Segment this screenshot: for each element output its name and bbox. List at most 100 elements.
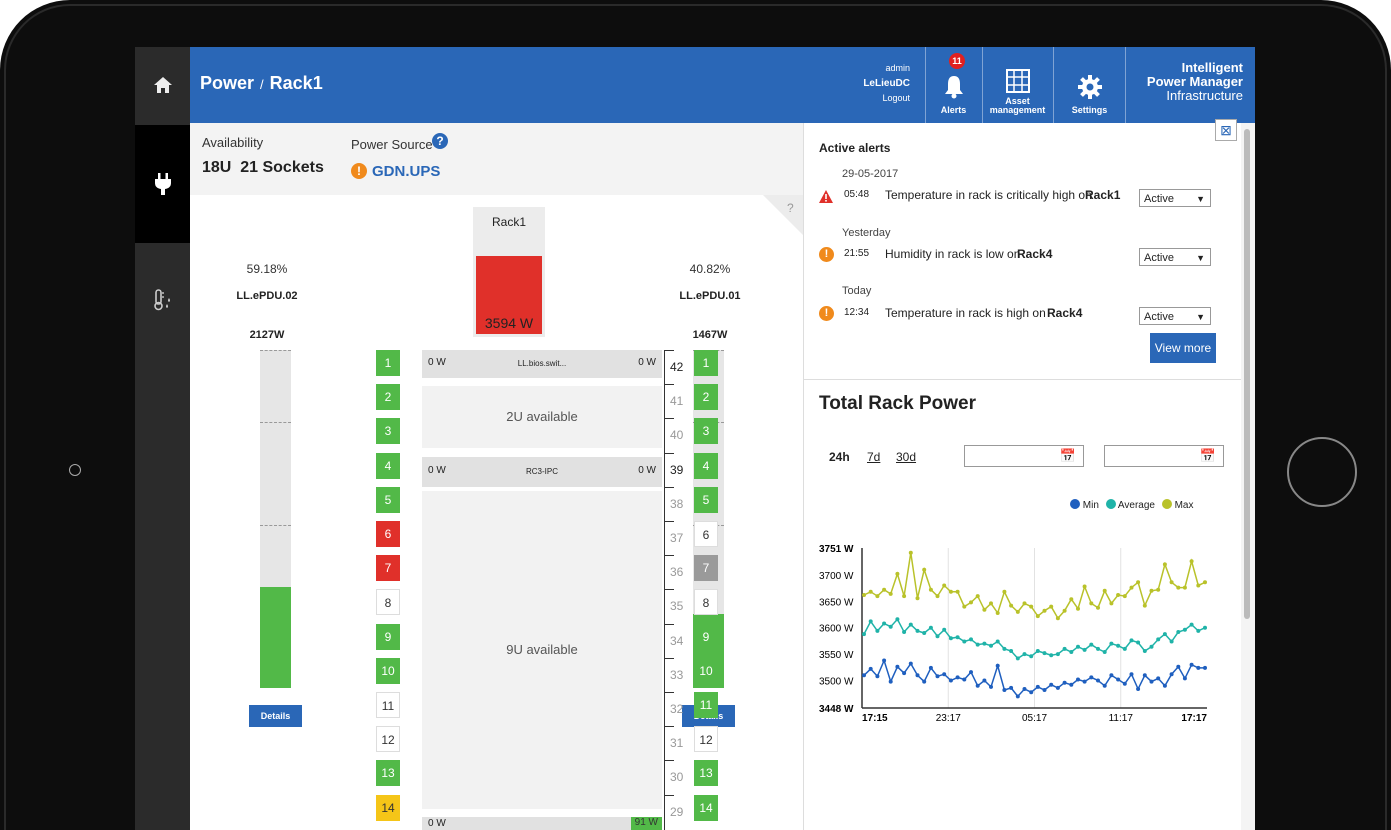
data-point-max[interactable] [1029, 604, 1034, 609]
data-point-average[interactable] [989, 643, 993, 648]
data-point-min[interactable] [902, 671, 907, 676]
data-point-min[interactable] [1176, 664, 1181, 669]
data-point-min[interactable] [1042, 688, 1047, 692]
logout-link[interactable]: Logout [830, 91, 910, 106]
socket-8[interactable]: 8 [376, 589, 400, 616]
data-point-average[interactable] [1035, 649, 1040, 653]
socket-3[interactable]: 3 [694, 418, 718, 445]
data-point-min[interactable] [862, 673, 866, 678]
data-point-average[interactable] [868, 619, 873, 624]
data-point-max[interactable] [1109, 601, 1114, 606]
data-point-min[interactable] [1049, 682, 1054, 687]
data-point-average[interactable] [1196, 628, 1201, 633]
data-point-max[interactable] [982, 607, 987, 612]
data-point-average[interactable] [895, 617, 900, 622]
data-point-min[interactable] [875, 674, 880, 679]
data-point-max[interactable] [1082, 584, 1087, 589]
data-point-max[interactable] [862, 593, 866, 597]
data-point-min[interactable] [1029, 690, 1034, 695]
data-point-max[interactable] [935, 594, 940, 599]
data-point-average[interactable] [1182, 627, 1187, 632]
data-point-min[interactable] [888, 679, 893, 684]
data-point-max[interactable] [1022, 601, 1027, 606]
socket-5[interactable]: 5 [694, 486, 718, 513]
data-point-max[interactable] [948, 589, 953, 594]
data-point-average[interactable] [888, 624, 893, 629]
data-point-min[interactable] [948, 678, 953, 683]
data-point-average[interactable] [1015, 656, 1020, 661]
data-point-min[interactable] [989, 684, 993, 689]
data-point-max[interactable] [1035, 614, 1040, 619]
device-row[interactable]: 0 W RC3-IPC 0 W [422, 457, 662, 487]
data-point-max[interactable] [1116, 593, 1121, 597]
data-point-min[interactable] [1169, 672, 1174, 677]
socket-1[interactable]: 1 [694, 350, 718, 376]
data-point-max[interactable] [969, 600, 973, 605]
socket-4[interactable]: 4 [376, 452, 400, 479]
data-point-average[interactable] [1042, 651, 1047, 656]
data-point-max[interactable] [1189, 559, 1194, 564]
socket-2[interactable]: 2 [376, 384, 400, 411]
data-point-min[interactable] [1136, 687, 1141, 691]
data-point-average[interactable] [882, 621, 887, 626]
data-point-average[interactable] [1176, 630, 1181, 634]
data-point-max[interactable] [1049, 604, 1054, 609]
data-point-average[interactable] [1102, 650, 1107, 654]
data-point-max[interactable] [1076, 606, 1080, 611]
data-point-min[interactable] [1055, 685, 1060, 690]
data-point-min[interactable] [1035, 684, 1040, 689]
data-point-average[interactable] [1096, 646, 1100, 651]
data-point-min[interactable] [1149, 679, 1154, 684]
socket-7[interactable]: 7 [376, 555, 400, 582]
data-point-min[interactable] [942, 672, 947, 677]
data-point-average[interactable] [935, 634, 940, 639]
data-point-max[interactable] [895, 571, 900, 576]
data-point-average[interactable] [915, 628, 920, 633]
socket-6[interactable]: 6 [694, 521, 718, 547]
socket-10[interactable]: 10 [376, 657, 400, 684]
data-point-average[interactable] [875, 628, 880, 633]
data-point-min[interactable] [1076, 677, 1080, 682]
data-point-average[interactable] [1062, 646, 1067, 651]
alerts-button[interactable]: 11 Alerts [925, 47, 981, 123]
data-point-min[interactable] [915, 673, 920, 678]
socket-12[interactable]: 12 [694, 726, 718, 753]
data-point-max[interactable] [995, 611, 1000, 615]
data-point-min[interactable] [908, 661, 913, 666]
data-point-average[interactable] [1049, 653, 1054, 658]
data-point-average[interactable] [955, 635, 960, 640]
data-point-min[interactable] [1203, 665, 1207, 670]
data-point-max[interactable] [1089, 601, 1094, 606]
data-point-max[interactable] [1122, 594, 1127, 599]
socket-10[interactable]: 10 [694, 657, 718, 684]
data-point-min[interactable] [1096, 678, 1100, 683]
data-point-max[interactable] [1142, 603, 1147, 608]
data-point-average[interactable] [1082, 647, 1087, 652]
data-point-average[interactable] [1009, 649, 1014, 653]
data-point-max[interactable] [868, 589, 873, 594]
nav-power[interactable] [135, 125, 190, 243]
data-point-max[interactable] [902, 594, 907, 599]
data-point-max[interactable] [882, 587, 887, 592]
socket-14[interactable]: 14 [376, 794, 400, 821]
data-point-max[interactable] [1055, 616, 1060, 621]
data-point-min[interactable] [1122, 681, 1127, 686]
data-point-max[interactable] [1156, 587, 1161, 592]
data-point-max[interactable] [962, 604, 967, 609]
socket-4[interactable]: 4 [694, 452, 718, 479]
data-point-min[interactable] [955, 675, 960, 680]
data-point-max[interactable] [1062, 608, 1067, 613]
data-point-min[interactable] [1062, 680, 1067, 685]
data-point-min[interactable] [1182, 676, 1187, 681]
left-pdu-details-button[interactable]: Details [249, 705, 302, 727]
data-point-average[interactable] [948, 636, 953, 641]
data-point-min[interactable] [962, 677, 967, 682]
data-point-min[interactable] [1142, 673, 1147, 678]
data-point-max[interactable] [908, 550, 913, 555]
data-point-average[interactable] [975, 642, 980, 647]
data-point-average[interactable] [1129, 638, 1134, 643]
socket-8[interactable]: 8 [694, 589, 718, 616]
data-point-min[interactable] [1089, 675, 1094, 680]
corner-help-icon[interactable]: ? [787, 201, 794, 215]
socket-9[interactable]: 9 [694, 623, 718, 650]
